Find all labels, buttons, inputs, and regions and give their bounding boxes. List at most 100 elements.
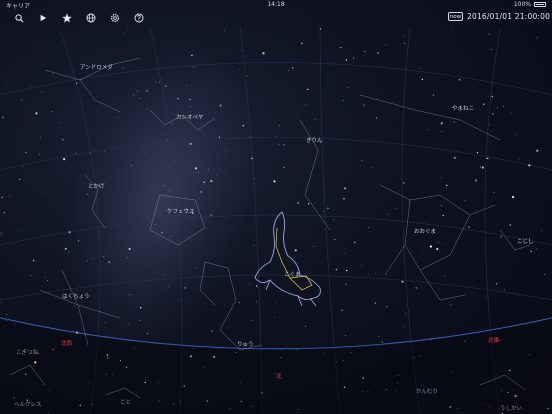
star bbox=[106, 357, 109, 359]
star bbox=[341, 309, 343, 311]
star bbox=[21, 99, 22, 101]
star bbox=[441, 131, 442, 132]
star bbox=[361, 160, 363, 162]
label-draco[interactable]: りゅう bbox=[237, 340, 254, 348]
label-corona[interactable]: かんむり bbox=[416, 387, 438, 395]
star bbox=[273, 180, 276, 183]
star bbox=[171, 236, 172, 237]
star bbox=[166, 140, 168, 141]
star bbox=[38, 352, 40, 354]
star bbox=[256, 285, 258, 287]
label-hercules[interactable]: ヘルクレス bbox=[14, 400, 42, 408]
star bbox=[374, 302, 376, 304]
star bbox=[189, 98, 191, 101]
star bbox=[514, 394, 517, 397]
label-lyra[interactable]: こと bbox=[120, 398, 131, 406]
label-lynx[interactable]: やまねこ bbox=[452, 104, 474, 112]
star bbox=[440, 122, 443, 125]
label-ursa-major[interactable]: おおぐま bbox=[414, 227, 436, 235]
label-vulpecula[interactable]: こぎつね bbox=[16, 348, 38, 356]
star bbox=[351, 352, 353, 353]
star bbox=[336, 362, 337, 363]
star bbox=[491, 49, 492, 50]
label-cygnus[interactable]: はくちょう bbox=[62, 292, 90, 300]
star bbox=[481, 166, 484, 169]
star bbox=[39, 153, 40, 155]
star bbox=[502, 155, 504, 157]
search-icon bbox=[14, 13, 23, 22]
star bbox=[508, 369, 511, 371]
star bbox=[194, 167, 198, 170]
star bbox=[537, 36, 538, 38]
star bbox=[323, 353, 324, 354]
star bbox=[144, 381, 146, 384]
star bbox=[63, 158, 66, 161]
datetime-display[interactable]: 2016/01/01 21:00:00 bbox=[467, 12, 550, 21]
label-lizard[interactable]: とかげ bbox=[88, 182, 105, 190]
star bbox=[343, 386, 346, 388]
help-button[interactable] bbox=[132, 12, 146, 24]
star bbox=[146, 332, 149, 335]
star bbox=[381, 341, 383, 343]
star bbox=[430, 339, 431, 341]
star bbox=[128, 247, 131, 251]
star bbox=[511, 195, 515, 199]
star bbox=[464, 200, 466, 201]
label-ursa-minor[interactable]: こぐま bbox=[284, 270, 301, 278]
label-andromeda[interactable]: アンドロメダ bbox=[80, 63, 113, 71]
star bbox=[87, 193, 89, 195]
star bbox=[3, 211, 6, 214]
star bbox=[509, 224, 511, 226]
star bbox=[108, 261, 110, 263]
label-cassiopeia[interactable]: カシオペヤ bbox=[176, 113, 204, 121]
label-cepheus[interactable]: ケフェウス bbox=[167, 207, 195, 215]
star bbox=[211, 330, 213, 332]
star bbox=[44, 276, 46, 278]
star bbox=[479, 166, 482, 168]
play-button[interactable] bbox=[36, 12, 50, 24]
label-giraffe[interactable]: きりん bbox=[306, 136, 323, 144]
star-map-screen[interactable]: アンドロメダ カシオペヤ きりん やまねこ とかげ ケフェウス おおぐま こじし… bbox=[0, 0, 552, 414]
label-leo-minor[interactable]: こじし bbox=[517, 237, 534, 245]
star bbox=[183, 385, 185, 387]
help-icon bbox=[134, 13, 144, 23]
star bbox=[442, 214, 444, 217]
star bbox=[500, 236, 502, 238]
star bbox=[6, 320, 8, 322]
star bbox=[239, 382, 241, 384]
star bbox=[438, 241, 440, 243]
settings-button[interactable] bbox=[108, 12, 122, 24]
now-button[interactable]: now bbox=[448, 12, 463, 21]
star bbox=[41, 92, 43, 93]
star bbox=[507, 391, 509, 394]
search-button[interactable] bbox=[12, 12, 26, 24]
star bbox=[177, 202, 179, 204]
star bbox=[292, 67, 294, 69]
globe-icon bbox=[86, 13, 96, 23]
star bbox=[193, 66, 195, 68]
star bbox=[385, 44, 387, 46]
star bbox=[404, 326, 405, 328]
star bbox=[22, 166, 24, 168]
star bbox=[179, 400, 181, 402]
star bbox=[278, 143, 280, 145]
star bbox=[25, 151, 27, 154]
star bbox=[13, 323, 15, 325]
star bbox=[250, 136, 252, 138]
star bbox=[247, 75, 249, 77]
star bbox=[458, 79, 461, 81]
star bbox=[0, 232, 2, 234]
favorites-button[interactable] bbox=[60, 12, 74, 24]
star bbox=[30, 275, 32, 276]
location-button[interactable] bbox=[84, 12, 98, 24]
star bbox=[167, 286, 169, 288]
star bbox=[6, 314, 7, 316]
star bbox=[68, 231, 71, 234]
star bbox=[158, 382, 159, 384]
star bbox=[305, 104, 306, 106]
label-bootes[interactable]: うしかい bbox=[500, 404, 522, 412]
star bbox=[371, 167, 373, 169]
star bbox=[103, 151, 105, 153]
star bbox=[436, 247, 439, 251]
star bbox=[137, 90, 139, 92]
